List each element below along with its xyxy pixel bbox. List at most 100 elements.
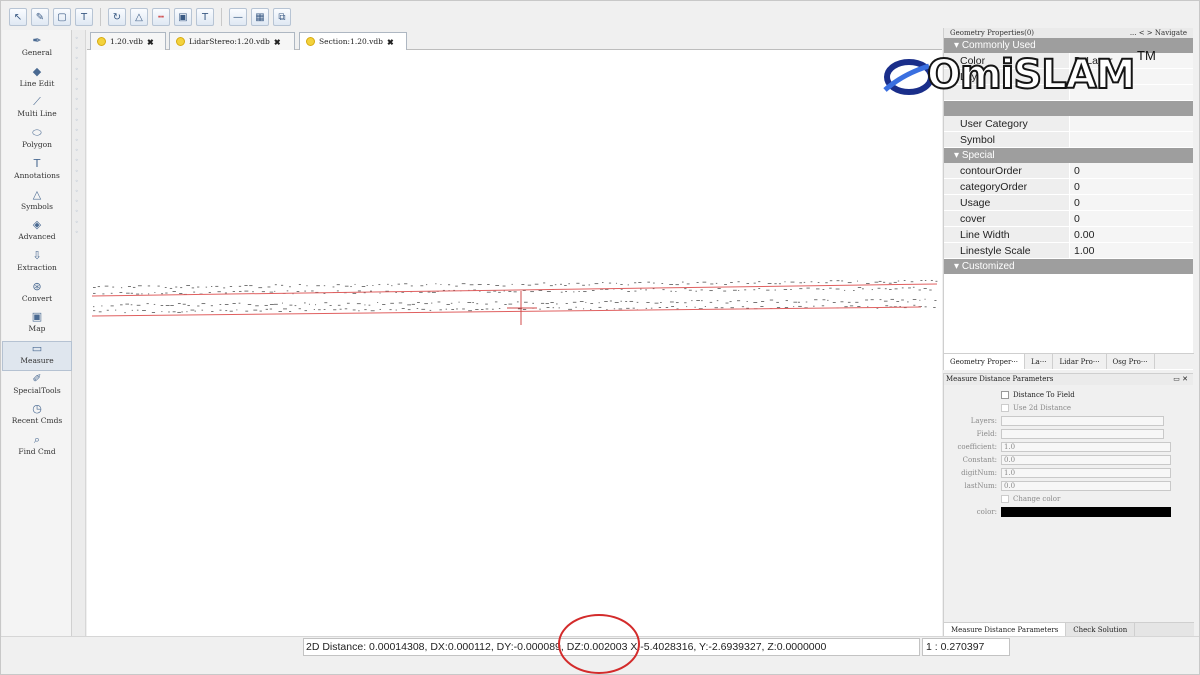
- field-input[interactable]: [1001, 429, 1164, 439]
- mini-tool-icon[interactable]: ◦: [75, 97, 83, 103]
- color-row: color:: [944, 506, 1194, 518]
- property-value[interactable]: [1069, 132, 1193, 147]
- property-value[interactable]: 0: [1069, 163, 1193, 178]
- rotate-icon[interactable]: ↻: [108, 8, 126, 26]
- mini-tool-icon[interactable]: ◦: [75, 199, 83, 205]
- tool-label: SpecialTools: [13, 385, 61, 395]
- mini-tool-icon[interactable]: ◦: [75, 117, 83, 124]
- property-row[interactable]: User Category: [944, 116, 1193, 132]
- file-icon: [306, 37, 315, 46]
- geometry-panel-tab[interactable]: La···: [1025, 354, 1054, 369]
- color-swatch[interactable]: [1001, 507, 1171, 517]
- tool-line-edit[interactable]: ◆ Line Edit: [2, 65, 72, 95]
- mini-tool-icon[interactable]: ◦: [75, 189, 83, 195]
- distance-to-field-checkbox[interactable]: [1001, 391, 1009, 399]
- mini-tool-icon[interactable]: ◦: [75, 148, 83, 154]
- use-2d-checkbox[interactable]: [1001, 404, 1009, 412]
- vertical-mini-toolbar: ◦ ◦ ◦ ◦ ◦ ◦ ◦ ◦ ◦ ◦ ◦ ◦ ◦ ◦ ◦ ◦ ◦ ◦ ◦ ◦: [72, 30, 86, 636]
- property-row[interactable]: contourOrder 0: [944, 163, 1193, 179]
- field-input[interactable]: 0.0: [1001, 481, 1171, 491]
- tool-find-cmd[interactable]: ⌕ Find Cmd: [2, 433, 72, 463]
- text-select-icon[interactable]: T: [75, 8, 93, 26]
- mini-tool-icon[interactable]: ◦: [75, 46, 83, 52]
- property-value[interactable]: [1069, 116, 1193, 131]
- property-value[interactable]: 0.00: [1069, 227, 1193, 242]
- mini-tool-icon[interactable]: ◦: [75, 36, 83, 42]
- box-icon[interactable]: ▣: [174, 8, 192, 26]
- change-color-checkbox[interactable]: [1001, 495, 1009, 503]
- tool-specialtools[interactable]: ✐ SpecialTools: [2, 372, 72, 402]
- tool-multi-line[interactable]: ⟋ Multi Line: [2, 95, 72, 125]
- mini-tool-icon[interactable]: ◦: [75, 158, 83, 164]
- wrench-icon: ✐: [32, 371, 42, 385]
- layers-icon[interactable]: ⧉: [273, 8, 291, 26]
- tab-section[interactable]: Section:1.20.vdb ✖: [299, 32, 407, 50]
- tool-symbols[interactable]: △ Symbols: [2, 188, 72, 218]
- mini-tool-icon[interactable]: ◦: [75, 219, 83, 226]
- property-row[interactable]: Line Width 0.00: [944, 227, 1193, 243]
- property-row[interactable]: categoryOrder 0: [944, 179, 1193, 195]
- property-row[interactable]: Linestyle Scale 1.00: [944, 243, 1193, 259]
- checkbox-label: Change color: [1013, 495, 1061, 503]
- measure-panel-tab[interactable]: Check Solution: [1066, 623, 1136, 636]
- toolbar-separator: [221, 8, 222, 26]
- field-input[interactable]: 0.0: [1001, 455, 1171, 465]
- property-row[interactable]: Usage 0: [944, 195, 1193, 211]
- field-input[interactable]: [1001, 416, 1164, 426]
- panel-nav[interactable]: ... < > Navigate: [1130, 28, 1187, 38]
- app-window: ↖ ✎ ▢ T ↻ △ ┅ ▣ T — ▦ ⧉ ✒ General ◆ Line Ed…: [0, 0, 1200, 675]
- tool-extraction[interactable]: ⇩ Extraction: [2, 249, 72, 279]
- geometry-panel-tab[interactable]: Lidar Pro···: [1053, 354, 1107, 369]
- close-icon[interactable]: ✖: [274, 37, 281, 47]
- mini-tool-icon[interactable]: ◦: [75, 229, 83, 236]
- tab-1-20-vdb[interactable]: 1.20.vdb ✖: [90, 32, 166, 50]
- close-icon[interactable]: ✖: [387, 37, 394, 47]
- geometry-panel-tab[interactable]: Osg Pro···: [1107, 354, 1155, 369]
- mini-tool-icon[interactable]: ◦: [75, 209, 83, 215]
- measure-panel-tabs: Measure Distance Parameters Check Solutio…: [944, 622, 1194, 636]
- grid-icon[interactable]: ▦: [251, 8, 269, 26]
- property-row[interactable]: cover 0: [944, 211, 1193, 227]
- edit-node-icon[interactable]: ✎: [31, 8, 49, 26]
- tool-annotations[interactable]: T Annotations: [2, 157, 72, 187]
- property-value[interactable]: 0: [1069, 195, 1193, 210]
- mini-tool-icon[interactable]: ◦: [75, 138, 83, 144]
- tool-convert[interactable]: ⊛ Convert: [2, 280, 72, 310]
- panel-window-controls[interactable]: ▭ ✕: [1173, 374, 1188, 385]
- mini-tool-icon[interactable]: ◦: [75, 56, 83, 62]
- tool-polygon[interactable]: ⬭ Polygon: [2, 126, 72, 156]
- select-icon[interactable]: ↖: [9, 8, 27, 26]
- tool-map[interactable]: ▣ Map: [2, 310, 72, 340]
- property-row[interactable]: Symbol: [944, 132, 1193, 148]
- property-value[interactable]: 0: [1069, 179, 1193, 194]
- mini-tool-icon[interactable]: ◦: [75, 66, 83, 73]
- mini-tool-icon[interactable]: ◦: [75, 76, 83, 83]
- rect-select-icon[interactable]: ▢: [53, 8, 71, 26]
- highlight-circle: [558, 614, 640, 674]
- tool-advanced[interactable]: ◈ Advanced: [2, 218, 72, 248]
- text-icon[interactable]: T: [196, 8, 214, 26]
- close-icon[interactable]: ✖: [147, 37, 154, 47]
- tool-label: General: [21, 48, 53, 57]
- line-icon[interactable]: —: [229, 8, 247, 26]
- mini-tool-icon[interactable]: ◦: [75, 87, 83, 93]
- section-view-canvas[interactable]: [87, 50, 942, 636]
- triangle-icon[interactable]: △: [130, 8, 148, 26]
- field-input[interactable]: 1.0: [1001, 442, 1171, 452]
- geometry-panel-tab[interactable]: Geometry Proper···: [944, 354, 1025, 369]
- mini-tool-icon[interactable]: ◦: [75, 168, 83, 175]
- field-input[interactable]: 1.0: [1001, 468, 1171, 478]
- mini-tool-icon[interactable]: ◦: [75, 178, 83, 185]
- tool-general[interactable]: ✒ General: [2, 34, 72, 64]
- tool-measure[interactable]: ▭ Measure: [2, 341, 72, 371]
- tool-recent-cmds[interactable]: ◷ Recent Cmds: [2, 402, 72, 432]
- mini-tool-icon[interactable]: ◦: [75, 107, 83, 113]
- property-value[interactable]: 0: [1069, 211, 1193, 226]
- dash-line-icon[interactable]: ┅: [152, 8, 170, 26]
- measure-panel-tab[interactable]: Measure Distance Parameters: [944, 623, 1067, 636]
- section-header[interactable]: ▾ Customized: [944, 259, 1193, 274]
- mini-tool-icon[interactable]: ◦: [75, 127, 83, 134]
- section-header[interactable]: ▾ Special: [944, 148, 1193, 163]
- tab-lidarstereo[interactable]: LidarStereo:1.20.vdb ✖: [169, 32, 295, 50]
- property-value[interactable]: 1.00: [1069, 243, 1193, 258]
